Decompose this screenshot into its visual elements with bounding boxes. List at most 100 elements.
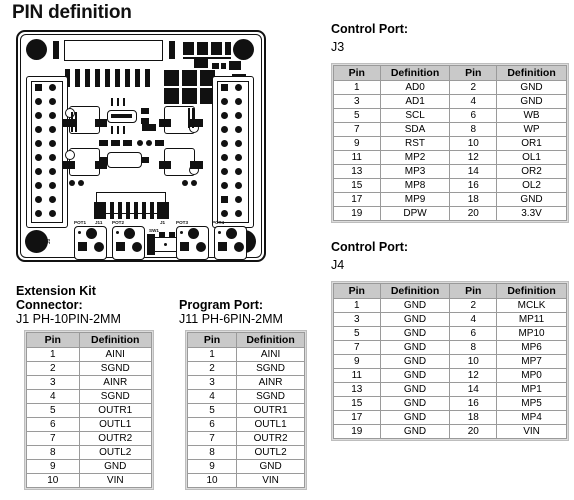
- table-header-row: Pin Definition: [26, 332, 152, 348]
- cell-definition: OUTL2: [236, 445, 305, 460]
- j3-pad: [49, 140, 56, 147]
- cell-pin-right: 6: [449, 108, 498, 123]
- cell-definition-right: OL2: [496, 178, 567, 193]
- cell-pin-right: 12: [449, 150, 498, 165]
- extension-kit-subheading: J1 PH-10PIN-2MM: [16, 312, 121, 326]
- table-row: 1 GND 2 MCLK: [333, 298, 567, 313]
- cell-pin-right: 4: [449, 312, 498, 327]
- pot2-knob: [124, 228, 135, 239]
- cell-pin-right: 12: [449, 368, 498, 383]
- ic-right-lower-tab-r: [190, 161, 203, 169]
- j4-pad: [235, 182, 242, 189]
- power-block-a1: [164, 70, 179, 86]
- smd-block-7: [229, 61, 241, 70]
- cell-pin-left: 15: [333, 396, 381, 411]
- table-row: 5 GND 6 MP10: [333, 326, 567, 341]
- table-row: 7 OUTR2: [26, 431, 152, 446]
- j3-pad-1: [35, 84, 42, 91]
- extension-kit-heading: Extension Kit Connector:: [16, 284, 96, 312]
- ic-right-lower-tab: [159, 161, 171, 169]
- cell-pin-right: 2: [449, 298, 498, 313]
- cell-definition-left: AD1: [379, 94, 451, 109]
- table-row: 15 MP8 16 OL2: [333, 178, 567, 193]
- cell-definition-right: MP0: [496, 368, 567, 383]
- table-row: 10 VIN: [186, 473, 305, 488]
- board-label-pot4: POT4: [212, 220, 224, 225]
- mounting-hole-bottom-left: [25, 230, 48, 253]
- j4-pad: [221, 182, 228, 189]
- table-row: 7 GND 8 MP6: [333, 340, 567, 355]
- cell-definition: AINR: [78, 375, 152, 390]
- page-title: PIN definition: [12, 2, 132, 23]
- cell-definition-right: MCLK: [496, 298, 567, 313]
- table-row: 13 MP3 14 OR2: [333, 164, 567, 179]
- cell-pin: 10: [186, 473, 238, 488]
- ic-left-upper-dot: [65, 108, 75, 118]
- cell-pin: 2: [26, 361, 80, 376]
- j11-pin: [126, 202, 130, 219]
- smd-block-5: [212, 63, 219, 69]
- smd-dot-4: [78, 180, 84, 186]
- resistor-array-7: [125, 69, 130, 87]
- j3-pad: [35, 140, 42, 147]
- cell-definition-left: RST: [379, 136, 451, 151]
- cell-definition-left: GND: [379, 396, 451, 411]
- table-row: 9 GND 10 MP7: [333, 354, 567, 369]
- cell-pin: 3: [26, 375, 80, 390]
- cell-definition-left: MP9: [379, 192, 451, 207]
- pot1-knob: [86, 228, 97, 239]
- resistor-array-3: [85, 69, 90, 87]
- control-port-j3-subheading: J3: [331, 40, 345, 54]
- table-row: 8 OUTL2: [26, 445, 152, 460]
- cell-pin: 5: [26, 403, 80, 418]
- j4-pad: [235, 154, 242, 161]
- crystal-oscillator-lower: [107, 152, 142, 168]
- table-row: 15 GND 16 MP5: [333, 396, 567, 411]
- component-top-mid-a: [169, 41, 175, 59]
- cell-pin-left: 5: [333, 108, 381, 123]
- smd-pair-a: [141, 108, 149, 114]
- table-row: 1 AD0 2 GND: [333, 80, 567, 95]
- table-row: 4 SGND: [26, 389, 152, 404]
- crystal-lead-left: [100, 157, 108, 163]
- table-header-row: Pin Definition: [186, 332, 305, 348]
- cell-pin: 4: [26, 389, 80, 404]
- cell-definition-left: GND: [379, 298, 451, 313]
- col-header-definition: Definition: [78, 332, 152, 348]
- program-port-heading: Program Port:: [179, 298, 264, 312]
- pin-comb-upper-3: [123, 98, 125, 106]
- cell-definition: OUTR2: [78, 431, 152, 446]
- table-row: 6 OUTL1: [186, 417, 305, 432]
- pot2-pad-small: [116, 231, 119, 234]
- j3-pad: [49, 168, 56, 175]
- cell-definition-left: DPW: [379, 206, 451, 221]
- pot1-pad-sq: [78, 242, 87, 251]
- cell-definition: SGND: [236, 361, 305, 376]
- table-row: 7 SDA 8 WP: [333, 122, 567, 137]
- j3-pad: [35, 154, 42, 161]
- j11-end-pad-right: [157, 202, 169, 219]
- j3-pad: [35, 126, 42, 133]
- j3-pad: [49, 84, 56, 91]
- cell-pin-left: 19: [333, 206, 381, 221]
- cell-definition-left: GND: [379, 382, 451, 397]
- cell-definition-left: GND: [379, 312, 451, 327]
- pin-comb-upper-1: [111, 98, 113, 106]
- table-row: 10 VIN: [26, 473, 152, 488]
- smd-connector-stub: [142, 124, 156, 131]
- cell-definition-right: MP6: [496, 340, 567, 355]
- cell-definition-right: GND: [496, 80, 567, 95]
- table-row: 11 GND 12 MP0: [333, 368, 567, 383]
- cell-pin-right: 4: [449, 94, 498, 109]
- cell-pin: 5: [186, 403, 238, 418]
- j11-pin: [110, 202, 114, 219]
- pot3-pad-sq: [180, 242, 189, 251]
- pcb-board-diagram: J3 J4: [16, 30, 266, 262]
- table-row: 3 AINR: [26, 375, 152, 390]
- cell-definition-left: MP2: [379, 150, 451, 165]
- cell-pin-left: 17: [333, 192, 381, 207]
- extension-kit-table: Pin Definition 1 AINI 2 SGND 3 AINR 4 SGND 5…: [26, 332, 152, 488]
- cell-pin: 9: [186, 459, 238, 474]
- smd-block-3: [211, 42, 222, 55]
- cell-definition-right: MP5: [496, 396, 567, 411]
